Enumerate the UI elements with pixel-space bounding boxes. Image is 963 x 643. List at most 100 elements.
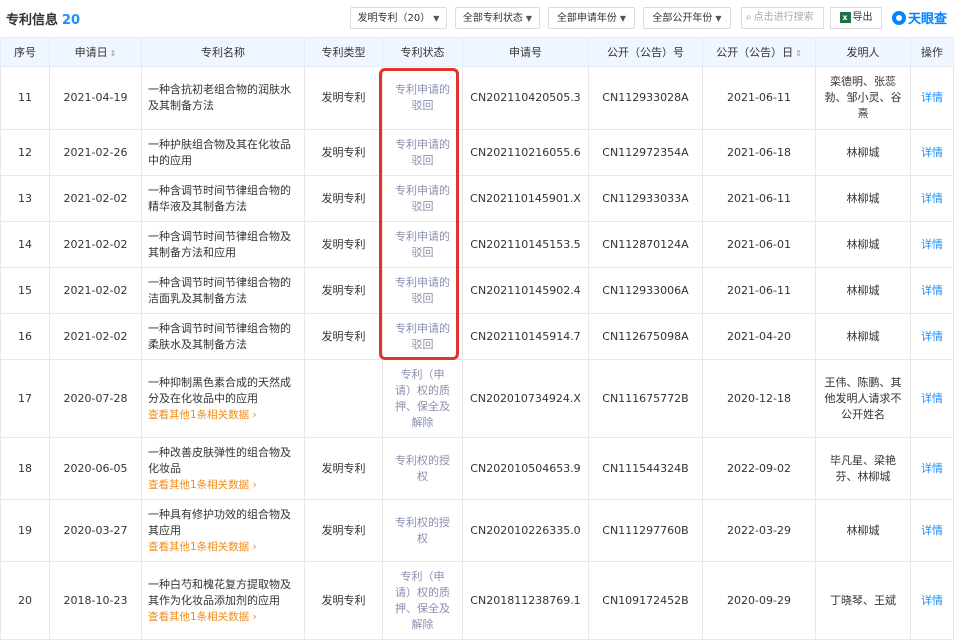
patent-status: 专利申请的驳回 xyxy=(382,221,463,268)
publication-number: CN111544324B xyxy=(588,437,703,500)
apply-date: 2021-04-19 xyxy=(49,66,142,130)
search-placeholder: 点击进行搜索 xyxy=(753,12,814,23)
application-number: CN202010226335.0 xyxy=(462,499,589,562)
table-row: 12 2021-02-26 一种护肤组合物及其在化妆品中的应用 发明专利 专利申请的驳回… xyxy=(0,129,954,176)
patent-status: 专利申请的驳回 xyxy=(382,129,463,176)
table-row: 15 2021-02-02 一种含调节时间节律组合物的洁面乳及其制备方法 发明专利 专利… xyxy=(0,267,954,314)
table-row: 11 2021-04-19 一种含抗初老组合物的润肤水及其制备方法 发明专利 专利申请的… xyxy=(0,66,954,130)
application-number: CN202110145901.X xyxy=(462,175,589,222)
filter-publication-year[interactable]: 全部公开年份 ▼ xyxy=(643,7,731,29)
patent-status: 专利申请的驳回 xyxy=(382,267,463,314)
detail-link[interactable]: 详情 xyxy=(921,330,943,343)
sort-icon[interactable]: ⇕ xyxy=(110,49,117,58)
top-bar: 专利信息 20 发明专利（20） ▼ 全部专利状态 ▼ 全部申请年份 ▼ 全部公开年份 ▼… xyxy=(0,0,963,36)
patent-name: 一种具有修护功效的组合物及其应用 xyxy=(148,507,291,537)
filter-patent-type[interactable]: 发明专利（20） ▼ xyxy=(350,7,447,29)
filter-publication-year-label: 全部公开年份 xyxy=(652,13,713,24)
patent-table: 序号 申请日 ⇕ 专利名称 专利类型 专利状态 申请号 公开（公告）号 公开（公告… xyxy=(0,37,954,640)
publication-date: 2020-12-18 xyxy=(702,359,816,438)
patent-name: 一种白芍和槐花复方提取物及其作为化妆品添加剂的应用 xyxy=(148,577,291,607)
search-icon: ⌕ xyxy=(746,12,752,23)
patent-type: 发明专利 xyxy=(304,499,383,562)
publication-date: 2021-04-20 xyxy=(702,313,816,360)
action-cell: 详情 xyxy=(910,437,954,500)
chevron-down-icon: ▼ xyxy=(619,14,627,23)
tianyancha-logo: 天眼查 xyxy=(892,8,947,27)
patent-name-cell: 一种具有修护功效的组合物及其应用查看其他1条相关数据 › xyxy=(141,499,305,562)
patent-status: 专利申请的驳回 xyxy=(382,175,463,222)
publication-date: 2022-03-29 xyxy=(702,499,816,562)
inventor: 林柳城 xyxy=(815,313,911,360)
publication-number: CN112933006A xyxy=(588,267,703,314)
patent-type: 发明专利 xyxy=(304,129,383,176)
detail-link[interactable]: 详情 xyxy=(921,238,943,251)
related-data-link[interactable]: 查看其他1条相关数据 › xyxy=(148,539,298,555)
action-cell: 详情 xyxy=(910,175,954,222)
sort-icon[interactable]: ⇕ xyxy=(795,49,802,58)
detail-link[interactable]: 详情 xyxy=(921,524,943,537)
detail-link[interactable]: 详情 xyxy=(921,146,943,159)
inventor: 王伟、陈鹏、其他发明人请求不公开姓名 xyxy=(815,359,911,438)
inventor: 林柳城 xyxy=(815,129,911,176)
related-data-link[interactable]: 查看其他1条相关数据 › xyxy=(148,477,298,493)
application-number: CN201811238769.1 xyxy=(462,561,589,640)
export-label: 导出 xyxy=(852,12,873,23)
patent-name-cell: 一种含调节时间节律组合物的洁面乳及其制备方法 xyxy=(141,267,305,314)
table-row: 16 2021-02-02 一种含调节时间节律组合物的柔肤水及其制备方法 发明专利 专利… xyxy=(0,313,954,360)
detail-link[interactable]: 详情 xyxy=(921,192,943,205)
patent-status: 专利申请的驳回 xyxy=(382,313,463,360)
publication-number: CN111675772B xyxy=(588,359,703,438)
filter-patent-status[interactable]: 全部专利状态 ▼ xyxy=(455,7,540,29)
detail-link[interactable]: 详情 xyxy=(921,284,943,297)
row-index: 14 xyxy=(0,221,50,268)
detail-link[interactable]: 详情 xyxy=(921,462,943,475)
application-number: CN202110216055.6 xyxy=(462,129,589,176)
apply-date: 2020-07-28 xyxy=(49,359,142,438)
patent-type: 发明专利 xyxy=(304,66,383,130)
publication-date: 2021-06-01 xyxy=(702,221,816,268)
apply-date: 2020-03-27 xyxy=(49,499,142,562)
apply-date: 2018-10-23 xyxy=(49,561,142,640)
detail-link[interactable]: 详情 xyxy=(921,392,943,405)
table-header-row: 序号 申请日 ⇕ 专利名称 专利类型 专利状态 申请号 公开（公告）号 公开（公告… xyxy=(0,37,954,67)
col-header-apply-date[interactable]: 申请日 ⇕ xyxy=(49,37,142,67)
table-row: 18 2020-06-05 一种改善皮肤弹性的组合物及化妆品 查看其他1条相关数据 ›… xyxy=(0,437,954,500)
patent-name: 一种含抗初老组合物的润肤水及其制备方法 xyxy=(148,83,291,112)
filter-patent-type-label: 发明专利（20） xyxy=(357,13,431,24)
search-input[interactable]: ⌕ 点击进行搜索 xyxy=(741,7,824,29)
filter-application-year[interactable]: 全部申请年份 ▼ xyxy=(548,7,635,29)
patent-name: 一种含调节时间节律组合物的柔肤水及其制备方法 xyxy=(148,321,291,351)
publication-date: 2020-09-29 xyxy=(702,561,816,640)
patent-name-cell: 一种含调节时间节律组合物的柔肤水及其制备方法 xyxy=(141,313,305,360)
related-data-link[interactable]: 查看其他1条相关数据 › xyxy=(148,407,298,423)
patent-type: 发明专利 xyxy=(304,267,383,314)
application-number: CN202010734924.X xyxy=(462,359,589,438)
publication-number: CN112870124A xyxy=(588,221,703,268)
action-cell: 详情 xyxy=(910,499,954,562)
application-number: CN202110145902.4 xyxy=(462,267,589,314)
related-data-link[interactable]: 查看其他1条相关数据 › xyxy=(148,609,298,625)
patent-name-cell: 一种白芍和槐花复方提取物及其作为化妆品添加剂的应用查看其他1条相关数据 › xyxy=(141,561,305,640)
col-header-action: 操作 xyxy=(910,37,954,67)
patent-name-cell: 一种含调节时间节律组合物及其制备方法和应用 xyxy=(141,221,305,268)
excel-icon: x xyxy=(839,11,851,23)
patent-name: 一种含调节时间节律组合物的精华液及其制备方法 xyxy=(148,183,291,213)
action-cell: 详情 xyxy=(910,129,954,176)
application-number: CN202110145914.7 xyxy=(462,313,589,360)
patent-name-cell: 一种抑制黑色素合成的天然成分及在化妆品中的应用 查看其他1条相关数据 › xyxy=(141,359,305,438)
detail-link[interactable]: 详情 xyxy=(921,91,943,104)
detail-link[interactable]: 详情 xyxy=(921,594,943,607)
row-index: 12 xyxy=(0,129,50,176)
publication-number: CN112675098A xyxy=(588,313,703,360)
row-index: 17 xyxy=(0,359,50,438)
eye-logo-icon xyxy=(892,11,906,25)
table-row: 17 2020-07-28 一种抑制黑色素合成的天然成分及在化妆品中的应用 查看其他1… xyxy=(0,359,954,438)
patent-status: 专利权的授权 xyxy=(382,499,463,562)
patent-status: 专利（申请）权的质押、保全及解除 xyxy=(382,359,463,438)
publication-number: CN109172452B xyxy=(588,561,703,640)
col-header-publication-date[interactable]: 公开（公告）日 ⇕ xyxy=(702,37,816,67)
action-cell: 详情 xyxy=(910,66,954,130)
export-button[interactable]: x 导出 xyxy=(830,7,882,29)
inventor: 丁晓琴、王斌 xyxy=(815,561,911,640)
chevron-down-icon: ▼ xyxy=(525,14,533,23)
